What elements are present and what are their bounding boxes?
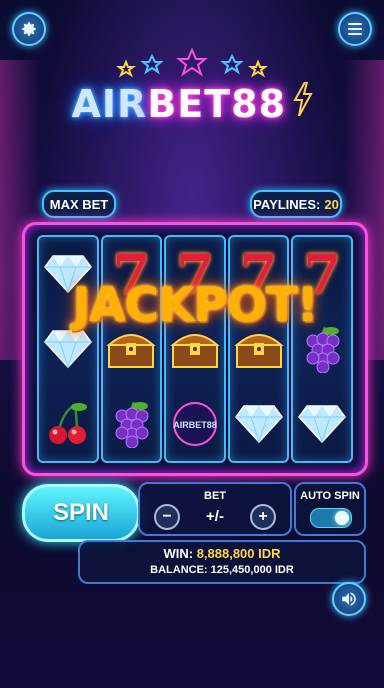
toggle-knob <box>335 511 349 525</box>
max-bet-label: MAX BET <box>49 196 109 212</box>
logo-part-88: 88 <box>231 82 287 126</box>
svg-text:AIRBET88: AIRBET88 <box>173 420 217 430</box>
star-icon <box>116 59 136 78</box>
auto-spin-toggle[interactable] <box>310 508 352 528</box>
win-amount: 8,888,800 IDR <box>196 546 281 561</box>
bet-panel: BET − +/- + <box>138 482 292 536</box>
star-icon <box>140 53 164 75</box>
logo-part-bet: BET <box>147 82 232 126</box>
menu-button[interactable] <box>338 12 372 46</box>
paylines-value: 20 <box>324 196 339 212</box>
reel-3: 7 AIRBET88 <box>164 235 226 463</box>
win-label: WIN: <box>163 546 194 561</box>
win-display: WIN: 8,888,800 IDR <box>80 546 364 561</box>
max-bet-button[interactable]: MAX BET <box>42 190 116 218</box>
reel-5: 7 <box>291 235 353 463</box>
gear-icon <box>22 22 36 36</box>
paylines-label: PAYLINES: <box>253 196 321 212</box>
win-balance-panel: WIN: 8,888,800 IDR BALANCE: 125,450,000 … <box>78 540 366 584</box>
balance-display: BALANCE: 125,450,000 IDR <box>150 564 294 576</box>
diamond-symbol <box>232 394 286 454</box>
reel-1 <box>37 235 99 463</box>
settings-button[interactable] <box>12 12 46 46</box>
star-icon <box>176 48 208 77</box>
diamond-symbol <box>295 394 349 454</box>
reel-4: 7 <box>227 235 290 463</box>
grapes-symbol <box>104 394 158 454</box>
hamburger-menu-icon <box>348 23 362 35</box>
lightning-icon <box>292 81 313 117</box>
reel-2: 7 <box>100 235 163 463</box>
star-icon <box>248 59 268 78</box>
plus-icon: + <box>258 508 268 525</box>
neon-stars-decoration <box>116 48 268 78</box>
sound-button[interactable] <box>332 582 366 616</box>
slot-machine: 7 7 AIRBET88 7 7 JACKPOT! <box>22 222 368 476</box>
cherries-symbol <box>41 394 95 454</box>
spin-label: SPIN <box>52 499 109 526</box>
auto-spin-panel: AUTO SPIN <box>294 482 366 536</box>
airbet88-logo-symbol: AIRBET88 <box>168 394 222 454</box>
star-icon <box>220 53 244 75</box>
bet-increase-button[interactable]: + <box>250 504 276 530</box>
auto-spin-label: AUTO SPIN <box>300 490 360 502</box>
logo-part-air: AIR <box>71 82 148 126</box>
bet-label: BET <box>204 490 226 502</box>
reels-area: 7 7 AIRBET88 7 7 <box>37 235 353 463</box>
spin-button[interactable]: SPIN <box>22 484 140 542</box>
airbet88-logo: AIRBET88 <box>0 81 384 126</box>
speaker-icon <box>342 592 356 606</box>
jackpot-banner: JACKPOT! <box>72 278 319 333</box>
paylines-indicator: PAYLINES: 20 <box>250 190 342 218</box>
